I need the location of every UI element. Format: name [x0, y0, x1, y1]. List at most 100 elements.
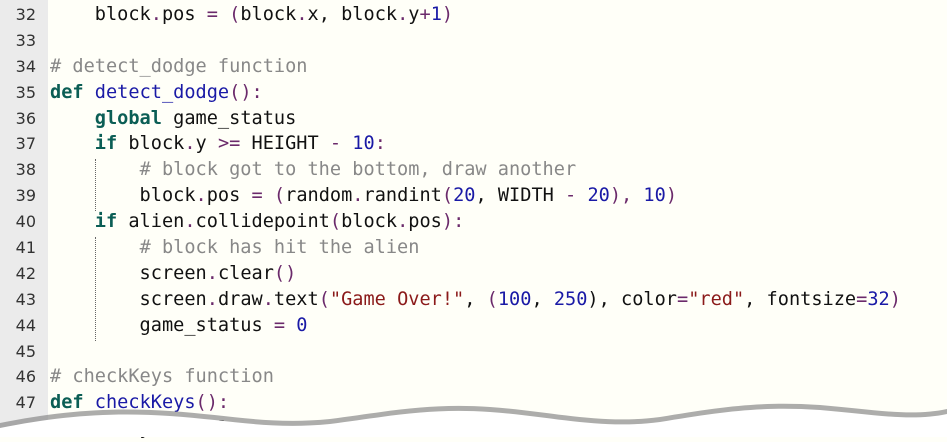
- code-token: (): [273, 262, 297, 284]
- code-token: ,: [464, 288, 487, 310]
- code-line[interactable]: 32 block.pos = (block.x, block.y+1): [0, 2, 947, 28]
- line-number: 39: [15, 186, 36, 206]
- code-token: ):: [441, 211, 465, 233]
- code-token: (: [441, 185, 454, 207]
- code-token: pos: [161, 4, 207, 25]
- line-number: 37: [15, 134, 36, 154]
- code-token: >=: [217, 133, 241, 155]
- code-token: y: [195, 133, 218, 155]
- code-token: block: [341, 211, 398, 233]
- code-text: if block.y >= HEIGHT - 10:: [50, 131, 386, 157]
- code-token: pos: [408, 211, 442, 233]
- code-token: x, block: [307, 4, 398, 25]
- code-token: , WIDTH: [475, 185, 566, 207]
- indent-guide: [95, 237, 96, 341]
- code-token: ,: [531, 288, 554, 310]
- code-token: game_status: [161, 107, 297, 129]
- line-number: 44: [15, 315, 36, 335]
- code-line[interactable]: 44 game_status = 0: [0, 313, 947, 339]
- code-line[interactable]: 40 if alien.collidepoint(block.pos):: [0, 209, 947, 235]
- code-token: .: [262, 288, 274, 310]
- code-text: screen.draw.text("Game Over!", (100, 250…: [50, 287, 901, 313]
- code-token: screen: [50, 288, 207, 310]
- code-line[interactable]: 37 if block.y >= HEIGHT - 10:: [0, 131, 947, 157]
- code-line[interactable]: 38 # block got to the bottom, draw anoth…: [0, 157, 947, 183]
- code-token: ():: [229, 81, 263, 103]
- line-number: 34: [15, 56, 36, 76]
- code-token: (: [229, 4, 241, 25]
- code-token: random: [285, 185, 353, 207]
- code-token: 0: [296, 314, 308, 336]
- line-number: 45: [15, 341, 36, 361]
- code-line[interactable]: 36 global game_status: [0, 106, 947, 132]
- code-text: if alien.collidepoint(block.pos):: [50, 209, 464, 235]
- code-line[interactable]: 34 # detect_dodge function: [0, 54, 947, 80]
- code-text: block.pos = (block.x, block.y+1): [50, 2, 453, 28]
- code-token: randint: [363, 185, 442, 207]
- code-text: def detect_dodge():: [50, 80, 263, 106]
- code-token: # block got to the bottom, draw another: [139, 159, 577, 181]
- code-token: block: [50, 4, 151, 25]
- code-token: =: [856, 288, 868, 310]
- code-text: screen.clear(): [50, 261, 297, 287]
- code-token: .: [397, 4, 409, 25]
- code-line[interactable]: 46 # checkKeys function: [0, 364, 947, 390]
- code-token: collidepoint: [195, 211, 330, 233]
- code-token: .: [195, 185, 207, 207]
- code-token: 1: [430, 4, 442, 25]
- line-number: 33: [15, 30, 36, 50]
- code-token: ): [889, 288, 901, 310]
- line-number: 36: [15, 108, 36, 128]
- line-number: 40: [15, 212, 36, 232]
- code-token: y: [408, 4, 420, 25]
- code-token: =: [676, 288, 689, 310]
- code-token: ), color: [587, 288, 677, 310]
- code-line[interactable]: 35 def detect_dodge():: [0, 80, 947, 106]
- code-line[interactable]: 42 screen.clear(): [0, 261, 947, 287]
- code-token: block: [50, 185, 196, 207]
- code-token: detect_dodge: [94, 81, 230, 103]
- code-token: (: [273, 185, 286, 207]
- code-token: if: [94, 133, 118, 155]
- code-token: .: [206, 262, 218, 284]
- code-token: 10: [643, 185, 666, 207]
- code-token: if: [94, 211, 118, 233]
- code-token: ),: [609, 185, 644, 207]
- code-token: draw: [217, 288, 263, 310]
- code-line[interactable]: 39 block.pos = (random.randint(20, WIDTH…: [0, 183, 947, 209]
- torn-edge: [0, 403, 947, 437]
- code-token: 32: [867, 288, 890, 310]
- code-token: (: [318, 288, 330, 310]
- code-token: .: [296, 4, 308, 25]
- line-number: 35: [15, 82, 36, 102]
- code-line[interactable]: 45: [0, 339, 947, 365]
- code-editor[interactable]: 32 block.pos = (block.x, block.y+1) 33 34 #…: [0, 2, 947, 442]
- code-text: # detect_dodge function: [50, 54, 307, 80]
- code-line[interactable]: 43 screen.draw.text("Game Over!", (100, …: [0, 287, 947, 313]
- code-token: -: [329, 133, 342, 155]
- code-token: # block has hit the alien: [139, 237, 420, 259]
- code-token: global: [94, 107, 162, 129]
- code-token: alien: [117, 211, 185, 233]
- code-token: .: [352, 185, 364, 207]
- code-text: # block has hit the alien: [50, 235, 420, 261]
- code-token: clear: [217, 262, 274, 284]
- code-token: (: [486, 288, 498, 310]
- code-token: 250: [553, 288, 588, 310]
- code-token: "red": [688, 288, 745, 310]
- line-number: 38: [15, 160, 36, 180]
- code-token: 20: [587, 185, 610, 207]
- code-token: :: [374, 133, 386, 155]
- code-text: # checkKeys function: [50, 364, 274, 390]
- code-token: .: [150, 4, 162, 25]
- code-token: =: [273, 314, 286, 336]
- code-token: 20: [453, 185, 476, 207]
- code-line[interactable]: 33: [0, 28, 947, 54]
- code-line[interactable]: 41 # block has hit the alien: [0, 235, 947, 261]
